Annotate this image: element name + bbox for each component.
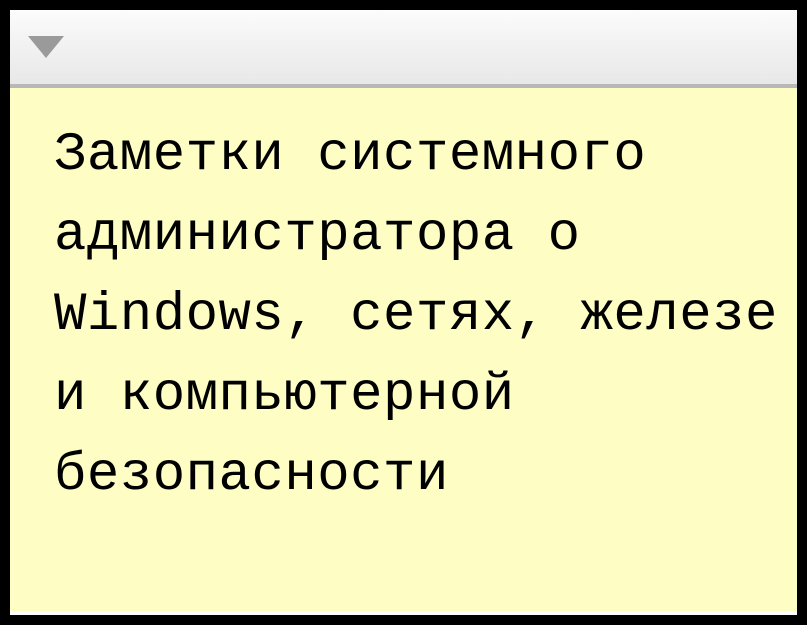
menu-dropdown-icon[interactable] [28,36,64,58]
sticky-note-window: Заметки системного администратора о Wind… [0,0,807,625]
note-body-text[interactable]: Заметки системного администратора о Wind… [10,88,797,611]
note-titlebar[interactable] [10,10,797,88]
